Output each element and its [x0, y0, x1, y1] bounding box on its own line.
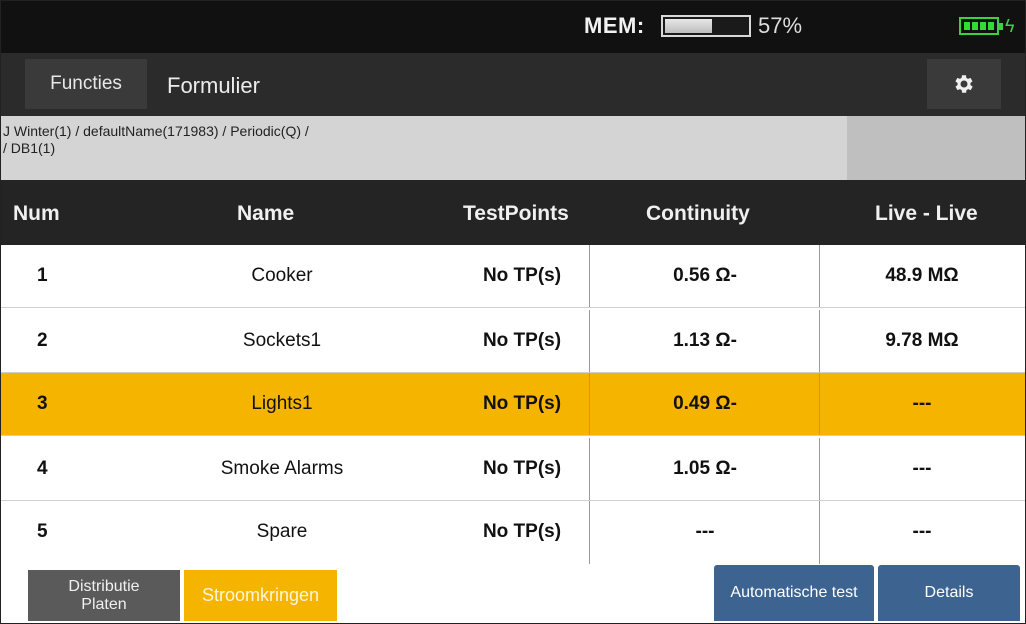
breadcrumb-path: J Winter(1) / defaultName(171983) / Peri… [3, 123, 309, 139]
table-header: Num Name TestPoints Continuity Live - Li… [1, 180, 1025, 245]
row-testpoints: No TP(s) [482, 265, 562, 286]
row-live-live: 9.78 MΩ [885, 330, 959, 351]
breadcrumb: J Winter(1) / defaultName(171983) / Peri… [1, 116, 1025, 180]
platen-label: Platen [81, 595, 127, 613]
row-name: Smoke Alarms [220, 458, 344, 479]
gear-icon [955, 75, 973, 93]
status-bar: MEM: 57% ϟ [1, 1, 1025, 53]
mem-usage-fill [665, 19, 712, 33]
row-live-live: --- [912, 521, 932, 542]
settings-button[interactable] [927, 59, 1001, 109]
row-testpoints: No TP(s) [482, 458, 562, 479]
row-num: 2 [37, 330, 48, 351]
row-num: 4 [37, 458, 48, 479]
distributie-label: Distributie [68, 577, 140, 595]
row-live-live: --- [912, 458, 932, 479]
row-live-live: --- [912, 393, 932, 414]
row-continuity: 1.13 Ω- [673, 330, 737, 351]
app-window: MEM: 57% ϟ Functies Formulier J Winter(1… [0, 0, 1026, 624]
column-header-testpoints[interactable]: TestPoints [463, 202, 569, 226]
mem-label: MEM: [584, 13, 645, 38]
row-name: Cooker [251, 265, 313, 286]
distributie-platen-button[interactable]: Distributie Platen [28, 570, 180, 621]
row-num: 1 [37, 265, 48, 286]
row-continuity: 0.49 Ω- [673, 393, 737, 414]
mem-usage-bar [661, 15, 751, 37]
row-testpoints: No TP(s) [482, 330, 562, 351]
column-header-name[interactable]: Name [237, 202, 294, 226]
row-num: 5 [37, 521, 48, 542]
row-num: 3 [37, 393, 48, 414]
functies-button[interactable]: Functies [25, 59, 147, 109]
row-name: Spare [256, 521, 308, 542]
automatische-test-button[interactable]: Automatische test [714, 565, 874, 621]
row-live-live: 48.9 MΩ [885, 265, 959, 286]
row-continuity: --- [695, 521, 715, 542]
row-name: Sockets1 [242, 330, 322, 351]
row-continuity: 1.05 Ω- [673, 458, 737, 479]
header-bar: Functies Formulier [1, 53, 1025, 116]
row-testpoints: No TP(s) [482, 393, 562, 414]
column-header-live-live[interactable]: Live - Live [875, 202, 978, 226]
column-header-continuity[interactable]: Continuity [646, 202, 750, 226]
battery-charging-icon: ϟ [959, 15, 1015, 37]
details-button[interactable]: Details [878, 565, 1020, 621]
table-row[interactable]: 2 Sockets1 No TP(s) 1.13 Ω- 9.78 MΩ [1, 310, 1025, 373]
row-testpoints: No TP(s) [482, 521, 562, 542]
breadcrumb-path-continued: / DB1(1) [3, 140, 56, 156]
table-row-selected[interactable]: 3 Lights1 No TP(s) 0.49 Ω- --- [1, 373, 1025, 436]
table-row[interactable]: 1 Cooker No TP(s) 0.56 Ω- 48.9 MΩ [1, 245, 1025, 308]
table-row[interactable]: 5 Spare No TP(s) --- --- [1, 501, 1025, 564]
row-name: Lights1 [251, 393, 313, 414]
table-row[interactable]: 4 Smoke Alarms No TP(s) 1.05 Ω- --- [1, 438, 1025, 501]
column-header-num[interactable]: Num [13, 202, 60, 226]
mem-percent: 57% [758, 13, 803, 38]
row-continuity: 0.56 Ω- [673, 265, 737, 286]
stroomkringen-button[interactable]: Stroomkringen [184, 570, 337, 621]
tab-formulier[interactable]: Formulier [167, 73, 260, 99]
